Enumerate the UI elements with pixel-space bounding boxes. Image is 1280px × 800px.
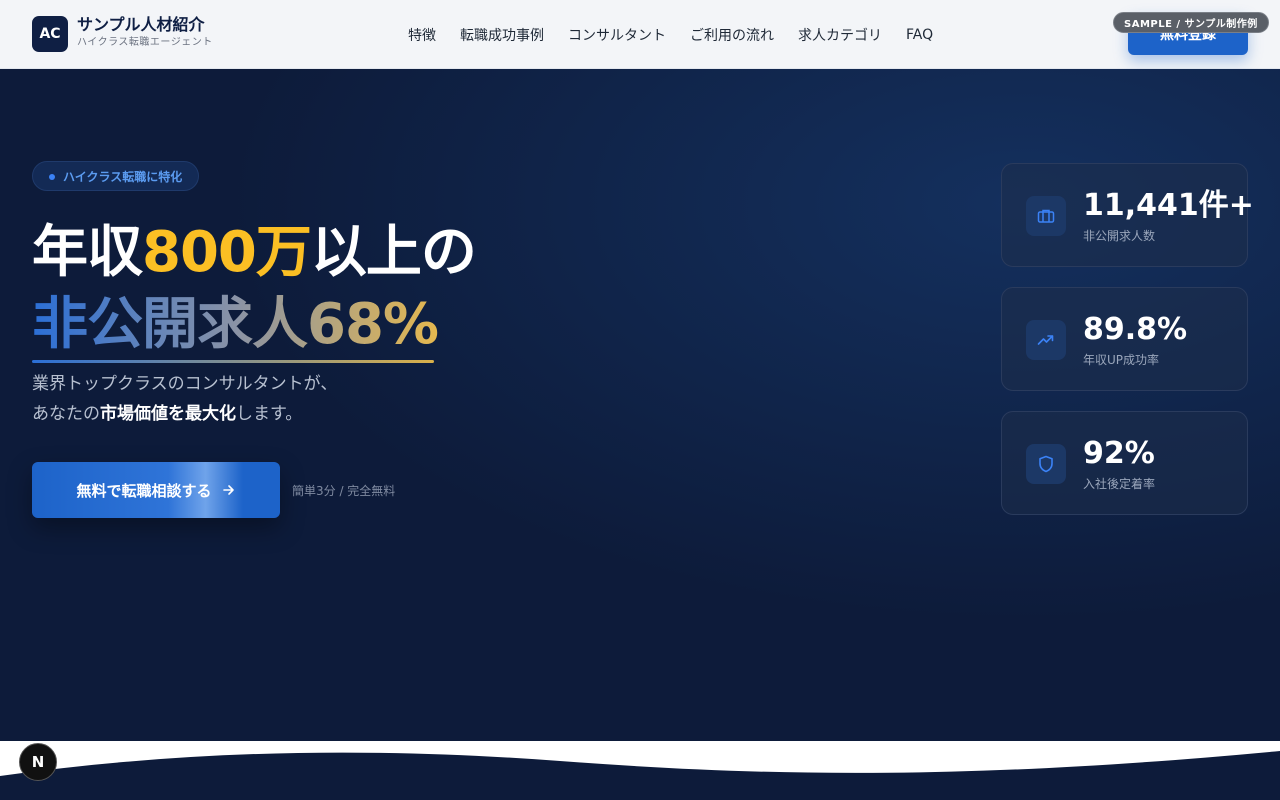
briefcase-icon xyxy=(1026,196,1066,236)
arrow-right-icon xyxy=(222,485,234,495)
hero-pill-label: ハイクラス転職に特化 xyxy=(63,169,183,184)
wave-shape xyxy=(0,751,1280,800)
sample-badge: SAMPLE / サンプル制作例 xyxy=(1113,12,1269,33)
hero-title-line1: 年収800万以上の xyxy=(32,219,477,287)
dev-badge[interactable]: N xyxy=(19,743,57,781)
hero-lead-line1: 業界トップクラスのコンサルタントが、 xyxy=(32,374,338,394)
nav-item-consultants[interactable]: コンサルタント xyxy=(568,25,666,45)
dot-icon xyxy=(49,174,55,180)
consult-button[interactable]: 無料で転職相談する xyxy=(32,462,280,518)
site-header: AC サンプル人材紹介 ハイクラス転職エージェント 特徴 転職成功事例 コンサル… xyxy=(0,0,1280,69)
main-nav: 特徴 転職成功事例 コンサルタント ご利用の流れ 求人カテゴリ FAQ xyxy=(408,0,933,69)
stat-value: 92% xyxy=(1083,436,1155,471)
brand[interactable]: サンプル人材紹介 ハイクラス転職エージェント xyxy=(77,15,213,51)
wave-divider xyxy=(0,741,1280,800)
hero-lead-line2-post: します。 xyxy=(236,404,303,424)
brand-tagline: ハイクラス転職エージェント xyxy=(77,37,213,48)
trending-up-icon xyxy=(1026,320,1066,360)
hero-title-pre: 年収 xyxy=(32,220,143,285)
cta-note: 簡単3分 / 完全無料 xyxy=(292,484,396,498)
logo[interactable]: AC xyxy=(32,16,68,52)
hero-title-line2: 非公開求人68% xyxy=(32,292,439,357)
hero-lead-line2-bold: 市場価値を最大化 xyxy=(100,404,236,424)
nav-item-job-categories[interactable]: 求人カテゴリ xyxy=(798,25,882,45)
stat-card-retention: 92% 入社後定着率 xyxy=(1001,411,1248,515)
stat-label: 入社後定着率 xyxy=(1083,477,1156,491)
title-underline xyxy=(32,360,434,363)
hero-lead-line2-pre: あなたの xyxy=(32,404,100,424)
hero-title-highlight: 800万 xyxy=(142,220,312,285)
stat-value: 89.8% xyxy=(1083,312,1188,347)
hero-pill: ハイクラス転職に特化 xyxy=(32,161,200,191)
stat-value: 11,441件+ xyxy=(1083,188,1254,223)
hero-lead: 業界トップクラスのコンサルタントが、 あなたの市場価値を最大化します。 xyxy=(32,369,337,429)
stat-label: 非公開求人数 xyxy=(1083,229,1156,243)
nav-item-features[interactable]: 特徴 xyxy=(408,25,436,45)
consult-button-label: 無料で転職相談する xyxy=(76,481,212,500)
hero-title-post: 以上の xyxy=(310,220,477,285)
brand-name: サンプル人材紹介 xyxy=(77,15,205,34)
nav-item-faq[interactable]: FAQ xyxy=(906,27,933,43)
stat-card-salary-up: 89.8% 年収UP成功率 xyxy=(1001,287,1248,391)
stat-label: 年収UP成功率 xyxy=(1083,353,1160,367)
nav-item-success-stories[interactable]: 転職成功事例 xyxy=(460,25,544,45)
hero-section: ハイクラス転職に特化 年収800万以上の 非公開求人68% 業界トップクラスのコ… xyxy=(0,69,1280,741)
nav-item-flow[interactable]: ご利用の流れ xyxy=(690,25,774,45)
stat-card-jobs: 11,441件+ 非公開求人数 xyxy=(1001,163,1254,267)
shield-icon xyxy=(1026,444,1066,484)
